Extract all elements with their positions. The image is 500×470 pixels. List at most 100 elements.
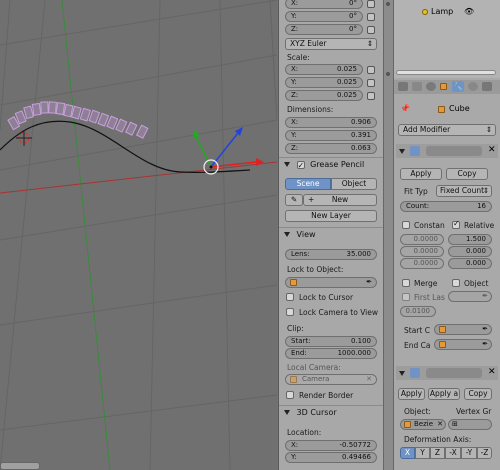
dimensions-z-field[interactable]: Z: 0.063 [285, 143, 377, 154]
modifier-visibility-icons[interactable] [426, 146, 482, 156]
dimensions-x-field[interactable]: X: 0.906 [285, 117, 377, 128]
axis-button-y[interactable]: Y [415, 447, 430, 459]
new-layer-button[interactable]: New Layer [285, 210, 377, 222]
eye-icon[interactable]: 👁 [464, 7, 474, 16]
fit-type-dropdown[interactable]: Fixed Count ⇕ [436, 185, 492, 197]
merge-checkbox[interactable] [402, 279, 410, 287]
lock-icon[interactable] [367, 79, 375, 87]
start-cap-label: Start C [404, 326, 430, 335]
viewport-header-stub[interactable] [0, 462, 40, 470]
wrench-icon[interactable]: 🔧 [452, 81, 464, 92]
new-grease-pencil-button[interactable]: + New [303, 194, 377, 206]
dimensions-label: Dimensions: [287, 105, 334, 114]
rotation-x-field[interactable]: X: 0° [285, 0, 363, 9]
cursor-x-field[interactable]: X: -0.50772 [285, 440, 377, 451]
render-border-checkbox[interactable] [286, 391, 294, 399]
relative-x-field[interactable]: 1.500 [448, 234, 492, 245]
axis-button-z[interactable]: Z [430, 447, 445, 459]
curve-object-field[interactable]: Bezie ✕ [400, 419, 446, 430]
camera-icon [290, 376, 297, 383]
rotation-z-field[interactable]: Z: 0° [285, 24, 363, 35]
lock-to-cursor-checkbox[interactable] [286, 293, 294, 301]
clip-end-field[interactable]: End: 1000.000 [285, 348, 377, 359]
merge-distance-field[interactable]: 0.0100 [400, 306, 436, 317]
array-modifier-header[interactable]: ✕ [396, 144, 498, 158]
rotation-mode-dropdown[interactable]: XYZ Euler ⇕ [285, 38, 377, 50]
relative-offset-checkbox[interactable] [452, 219, 460, 229]
view-panel-header[interactable]: View [284, 228, 316, 241]
axis-button-x[interactable]: X [400, 447, 415, 459]
tab-object[interactable]: Object [331, 178, 377, 190]
rotation-y-field[interactable]: Y: 0° [285, 11, 363, 22]
add-modifier-dropdown[interactable]: Add Modifier ⇕ [398, 124, 496, 136]
start-cap-field[interactable]: ✒ [434, 324, 492, 335]
eyedropper-icon[interactable]: ✒ [482, 325, 488, 334]
close-icon[interactable]: ✕ [488, 367, 496, 377]
scale-y-field[interactable]: Y: 0.025 [285, 77, 363, 88]
curve-object-label: Object: [404, 407, 431, 416]
3d-viewport[interactable] [0, 0, 277, 470]
lock-icon[interactable] [367, 0, 375, 8]
texture-tab-icon[interactable] [482, 82, 492, 91]
3d-cursor-panel-header[interactable]: 3D Cursor [284, 406, 337, 419]
modifier-visibility-icons[interactable] [426, 368, 482, 378]
array-apply-button[interactable]: Apply [400, 168, 442, 180]
close-icon[interactable]: ✕ [488, 145, 496, 155]
curve-apply-button[interactable]: Apply [398, 388, 425, 400]
scene-tab-icon[interactable] [412, 82, 422, 91]
close-icon[interactable]: ✕ [366, 375, 372, 384]
count-field[interactable]: Count: 16 [400, 201, 492, 212]
properties-side-panel: X: 0° Y: 0° Z: 0° XYZ Euler ⇕ Scale: X: … [278, 0, 383, 470]
dimensions-y-field[interactable]: Y: 0.391 [285, 130, 377, 141]
eyedropper-icon[interactable]: ✒ [482, 340, 488, 349]
first-last-checkbox[interactable] [402, 293, 410, 301]
offset-object-field[interactable]: ✒ [448, 291, 492, 302]
curve-apply-as-button[interactable]: Apply a [428, 388, 460, 400]
lock-to-object-field[interactable]: ✒ [285, 277, 377, 288]
lens-field[interactable]: Lens: 35.000 [285, 249, 377, 260]
lock-icon[interactable] [367, 13, 375, 21]
lock-icon[interactable] [367, 26, 375, 34]
eyedropper-icon[interactable]: ✒ [482, 292, 488, 301]
end-cap-field[interactable]: ✒ [434, 339, 492, 350]
scale-x-field[interactable]: X: 0.025 [285, 64, 363, 75]
pencil-datablock-selector[interactable]: ✎ [285, 194, 303, 206]
object-tab-icon[interactable] [440, 83, 447, 90]
close-icon[interactable]: ✕ [437, 420, 443, 429]
relative-z-field[interactable]: 0.000 [448, 258, 492, 269]
lock-icon[interactable] [367, 66, 375, 74]
outliner-lamp-label[interactable]: Lamp [431, 7, 453, 16]
material-tab-icon[interactable] [468, 82, 478, 91]
array-copy-button[interactable]: Copy [446, 168, 488, 180]
clip-start-field[interactable]: Start: 0.100 [285, 336, 377, 347]
cursor-y-field[interactable]: Y: 0.49466 [285, 452, 377, 463]
eyedropper-icon[interactable]: ✒ [366, 278, 372, 287]
axis-button-neg-x[interactable]: -X [445, 447, 461, 459]
relative-y-field[interactable]: 0.000 [448, 246, 492, 257]
lock-camera-to-view-checkbox[interactable] [286, 308, 294, 316]
axis-button-neg-y[interactable]: -Y [461, 447, 477, 459]
clip-label: Clip: [287, 324, 304, 333]
grip-dot [386, 72, 390, 76]
constant-offset-checkbox[interactable] [402, 221, 410, 229]
object-offset-label: Object [464, 279, 489, 288]
object-offset-checkbox[interactable] [452, 279, 460, 287]
area-separator[interactable] [383, 0, 394, 470]
render-tab-icon[interactable] [398, 82, 408, 91]
constant-x-field[interactable]: 0.0000 [400, 234, 444, 245]
tab-scene[interactable]: Scene [285, 178, 331, 190]
vertex-group-field[interactable]: ⊞ [448, 419, 492, 430]
grease-pencil-panel-header[interactable]: Grease Pencil [284, 158, 364, 172]
grease-pencil-checkbox[interactable] [296, 159, 305, 172]
local-camera-field[interactable]: Camera ✕ [285, 374, 377, 385]
constant-z-field[interactable]: 0.0000 [400, 258, 444, 269]
scale-z-field[interactable]: Z: 0.025 [285, 90, 363, 101]
scroll-bar[interactable] [396, 70, 496, 75]
world-tab-icon[interactable] [426, 82, 436, 91]
curve-modifier-header[interactable]: ✕ [396, 366, 498, 380]
lock-icon[interactable] [367, 92, 375, 100]
axis-button-neg-z[interactable]: -Z [477, 447, 492, 459]
curve-copy-button[interactable]: Copy [464, 388, 492, 400]
pin-icon[interactable]: 📌 [400, 104, 410, 113]
constant-y-field[interactable]: 0.0000 [400, 246, 444, 257]
